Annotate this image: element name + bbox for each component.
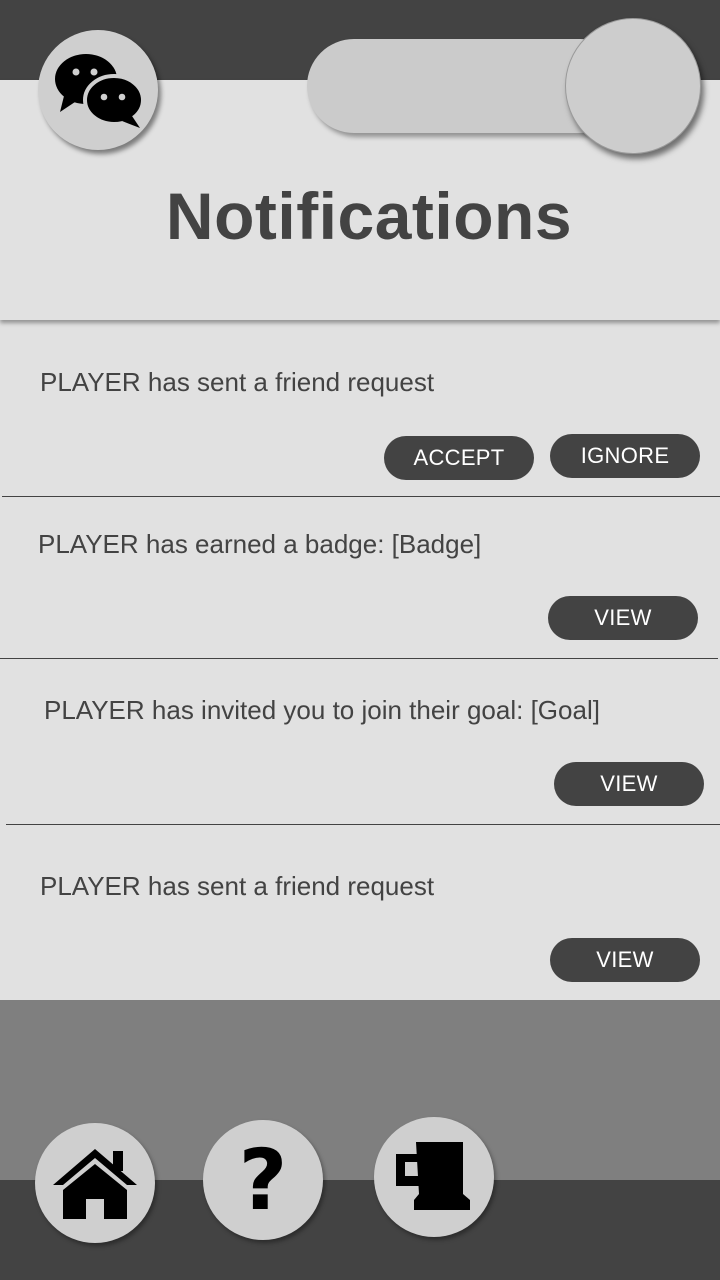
accept-button[interactable]: ACCEPT [384,436,534,480]
help-icon: ? [238,1131,288,1229]
view-button[interactable]: VIEW [548,596,698,640]
divider [2,496,720,497]
notification-text: PLAYER has sent a friend request [40,367,435,397]
chat-bubbles-icon [55,54,144,128]
notification-text: PLAYER has earned a badge: [Badge] [38,529,482,559]
divider [6,824,720,825]
view-button[interactable]: VIEW [554,762,704,806]
view-button[interactable]: VIEW [550,938,700,982]
chat-button[interactable] [38,30,158,150]
mug-icon [396,1142,470,1210]
nav-home-button[interactable] [35,1123,155,1243]
ignore-button[interactable]: IGNORE [550,434,700,478]
notification-text: PLAYER has invited you to join their goa… [44,695,600,725]
page-title: Notifications [165,179,573,253]
nav-mug-button[interactable] [374,1117,494,1237]
nav-help-button[interactable]: ? [203,1120,323,1240]
toggle-knob[interactable] [565,18,701,154]
home-icon [53,1149,137,1219]
divider [0,658,718,659]
notification-text: PLAYER has sent a friend request [40,871,435,901]
